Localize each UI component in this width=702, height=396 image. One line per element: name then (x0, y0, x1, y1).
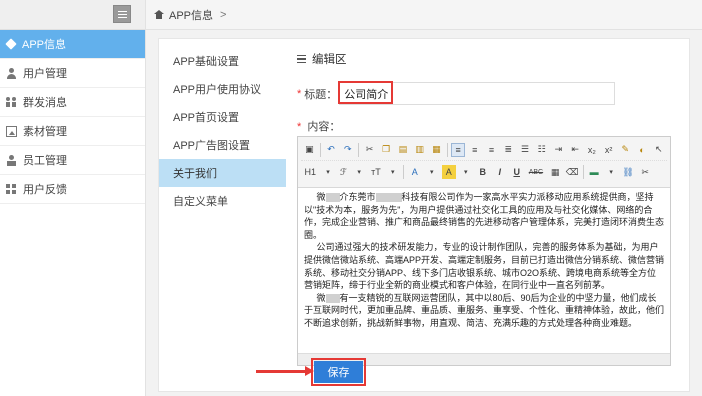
copy-icon[interactable]: ❐ (379, 143, 393, 157)
annotation-arrow (256, 366, 314, 376)
editor-area: 编辑区 * 标题： 公司简介 * 内容： ▣ ↶ ↷ ✂ ❐ ▤ ▥ ▦ ≡ ≡… (297, 51, 687, 366)
staff-icon (6, 154, 17, 166)
sidebar-header (0, 0, 145, 30)
list-icon (297, 55, 306, 63)
save-highlight-box (311, 358, 366, 386)
undo-icon[interactable]: ↶ (324, 143, 338, 157)
content-label: 内容： (307, 121, 341, 133)
editor-toolbar: ▣ ↶ ↷ ✂ ❐ ▤ ▥ ▦ ≡ ≡ ≡ ≣ ☰ ☷ ⇥ ⇤ x₂ x² ✎ … (298, 137, 670, 188)
subscript-icon[interactable]: x₂ (585, 143, 599, 157)
settings-subnav: APP基础设置 APP用户使用协议 APP首页设置 APP广告图设置 关于我们 … (159, 47, 286, 215)
italic-icon[interactable]: I (493, 165, 507, 179)
toolbar-row-1: ▣ ↶ ↷ ✂ ❐ ▤ ▥ ▦ ≡ ≡ ≡ ≣ ☰ ☷ ⇥ ⇤ x₂ x² ✎ … (301, 139, 667, 161)
settings-card: APP基础设置 APP用户使用协议 APP首页设置 APP广告图设置 关于我们 … (158, 38, 690, 392)
main-content: APP基础设置 APP用户使用协议 APP首页设置 APP广告图设置 关于我们 … (146, 30, 702, 396)
table-icon[interactable]: ▦ (548, 165, 562, 179)
section-title-text: 编辑区 (312, 54, 347, 66)
sidebar-item-label: 群发消息 (23, 97, 67, 109)
font-family-icon[interactable]: ℱ (338, 165, 349, 179)
paste-text-icon[interactable]: ▥ (413, 143, 427, 157)
title-input[interactable]: 公司简介 (338, 81, 616, 105)
redacted-block (375, 193, 402, 203)
sidebar-item-label: 用户反馈 (23, 184, 67, 196)
redacted-block (325, 193, 340, 203)
toolbar-row-2: H1 ▾ ℱ ▾ тT ▾ A ▾ A ▾ B I U ABC ▦ ⌫ ▬ ▾ … (301, 161, 667, 183)
sidebar-item-label: 员工管理 (23, 155, 67, 167)
sidebar-item-broadcast[interactable]: 群发消息 (0, 88, 145, 117)
required-mark: * (297, 87, 302, 100)
home-icon[interactable] (154, 10, 164, 19)
strikethrough-icon[interactable]: ABC (527, 165, 545, 179)
menu-toggle-button[interactable] (113, 5, 131, 23)
subnav-item-ad-settings[interactable]: APP广告图设置 (159, 131, 286, 159)
sidebar-item-staff[interactable]: 员工管理 (0, 146, 145, 175)
highlight-color-icon[interactable]: A (441, 165, 456, 179)
redo-icon[interactable]: ↷ (341, 143, 355, 157)
unordered-list-icon[interactable]: ☷ (535, 143, 549, 157)
breadcrumb-separator: > (220, 8, 227, 21)
content-label-row: * 内容： (297, 118, 687, 133)
font-color-icon[interactable]: A (408, 165, 422, 179)
paragraph: 公司通过强大的技术研发能力，专业的设计制作团队，完善的服务体系为基础，为用户提供… (304, 242, 665, 291)
sidebar-item-materials[interactable]: 素材管理 (0, 117, 145, 146)
paragraph: 微有一支精锐的互联网运营团队，其中以80后、90后为企业的中坚力量，他们成长于互… (304, 292, 665, 328)
subnav-item-home-settings[interactable]: APP首页设置 (159, 103, 286, 131)
subnav-item-custom-menu[interactable]: 自定义菜单 (159, 187, 286, 215)
section-title: 编辑区 (297, 51, 687, 67)
align-left-icon[interactable]: ≡ (451, 142, 465, 157)
cut-icon[interactable]: ✂ (363, 143, 377, 157)
sidebar-item-label: APP信息 (22, 39, 67, 51)
outdent-icon[interactable]: ⇤ (568, 143, 582, 157)
group-icon (6, 96, 17, 108)
title-field-row: * 标题： 公司简介 (297, 81, 687, 105)
align-center-icon[interactable]: ≡ (468, 143, 482, 157)
grid-icon (6, 183, 17, 195)
image-icon (6, 125, 17, 137)
horizontal-rule-icon[interactable]: ▬ (587, 165, 601, 179)
sidebar-item-label: 用户管理 (23, 68, 67, 80)
underline-icon[interactable]: U (510, 165, 524, 179)
sidebar: APP信息 用户管理 群发消息 素材管理 员工管理 用户反馈 (0, 0, 146, 396)
superscript-icon[interactable]: x² (602, 143, 616, 157)
breadcrumb-current[interactable]: APP信息 (169, 7, 213, 23)
user-icon (6, 67, 17, 79)
source-code-icon[interactable]: ▣ (303, 143, 317, 157)
subnav-item-about-us[interactable]: 关于我们 (159, 159, 286, 187)
subnav-item-basic-settings[interactable]: APP基础设置 (159, 47, 286, 75)
font-size-icon[interactable]: тT (369, 165, 383, 179)
required-mark: * (297, 121, 302, 133)
breadcrumb: APP信息 > (146, 0, 702, 30)
unlink-icon[interactable]: ✂ (638, 165, 652, 179)
clear-format-icon[interactable]: ✎ (618, 143, 632, 157)
cursor-icon[interactable]: ↖ (652, 143, 666, 157)
align-justify-icon[interactable]: ≣ (501, 143, 515, 157)
heading-icon[interactable]: H1 (303, 165, 319, 179)
sidebar-item-users[interactable]: 用户管理 (0, 59, 145, 88)
sidebar-item-label: 素材管理 (23, 126, 67, 138)
title-highlight-box (338, 81, 394, 104)
align-right-icon[interactable]: ≡ (485, 143, 499, 157)
paste-word-icon[interactable]: ▦ (430, 143, 444, 157)
title-label: 标题： (304, 88, 338, 101)
paste-icon[interactable]: ▤ (396, 143, 410, 157)
bold-icon[interactable]: B (476, 165, 490, 179)
link-icon[interactable]: ⛓ (621, 165, 635, 179)
app-icon (5, 38, 17, 50)
sidebar-item-feedback[interactable]: 用户反馈 (0, 175, 145, 204)
eraser-icon[interactable]: ⌫ (565, 165, 579, 179)
editor-content[interactable]: 微介东莞市 科技有限公司作为一家高水平实力派移动应用系统提供商，坚持以"技术为本，… (298, 188, 670, 338)
paragraph: 微介东莞市 科技有限公司作为一家高水平实力派移动应用系统提供商，坚持以"技术为本，… (304, 192, 665, 240)
ordered-list-icon[interactable]: ☰ (518, 143, 532, 157)
select-all-icon[interactable]: ◐ (635, 143, 649, 157)
indent-icon[interactable]: ⇥ (552, 143, 566, 157)
redacted-block (325, 293, 340, 303)
rich-text-editor: ▣ ↶ ↷ ✂ ❐ ▤ ▥ ▦ ≡ ≡ ≡ ≣ ☰ ☷ ⇥ ⇤ x₂ x² ✎ … (297, 136, 671, 366)
subnav-item-user-agreement[interactable]: APP用户使用协议 (159, 75, 286, 103)
sidebar-item-app-info[interactable]: APP信息 (0, 30, 145, 59)
